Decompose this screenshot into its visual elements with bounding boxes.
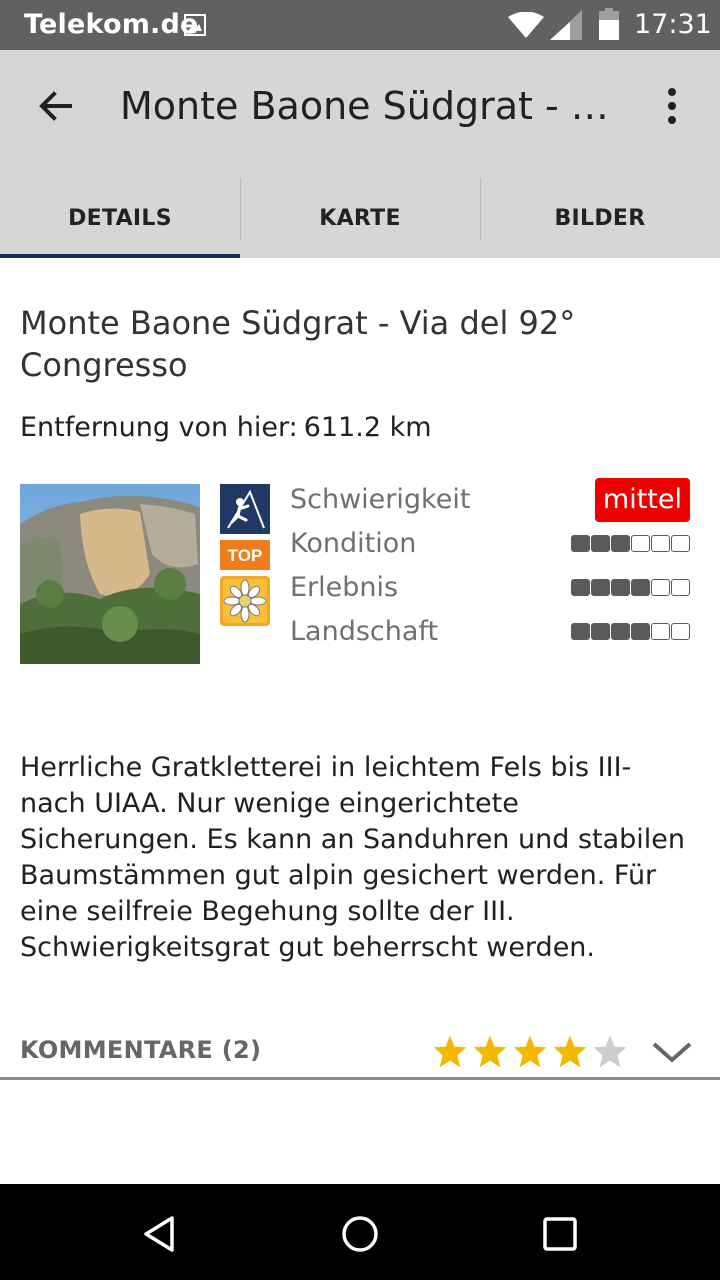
more-vert-icon[interactable] <box>660 86 684 126</box>
distance-row: Entfernung von hier: 611.2 km <box>20 412 432 443</box>
chevron-down-icon[interactable] <box>652 1040 692 1070</box>
route-title: Monte Baone Südgrat - Via del 92° Congre… <box>20 304 576 384</box>
rating-dot-filled <box>611 535 630 552</box>
tab-bilder[interactable]: BILDER <box>480 178 720 258</box>
rating-dot-empty <box>651 535 670 552</box>
rating-dot-filled <box>591 623 610 640</box>
rating-dot-empty <box>631 535 650 552</box>
clock: 17:31 <box>634 9 712 40</box>
wifi-icon <box>508 11 544 42</box>
difficulty-label: Schwierigkeit <box>290 484 471 515</box>
rating-dot-filled <box>571 535 590 552</box>
difficulty-badge: mittel <box>594 478 690 522</box>
distance-value: 611.2 km <box>303 412 432 443</box>
image-icon <box>184 14 206 40</box>
climbing-icon <box>220 484 270 534</box>
status-bar: Telekom.de 17:31 <box>0 0 720 50</box>
rating-dot-empty <box>671 535 690 552</box>
top-badge: TOP <box>220 540 270 570</box>
star-filled-icon <box>553 1035 587 1068</box>
star-filled-icon <box>433 1035 467 1068</box>
carrier-name: Telekom.de <box>24 9 199 40</box>
nav-home-icon[interactable] <box>340 1214 380 1254</box>
rating-dot-filled <box>611 579 630 596</box>
experience-label: Erlebnis <box>290 572 399 603</box>
rating-dot-filled <box>631 623 650 640</box>
rating-dot-empty <box>651 623 670 640</box>
battery-icon <box>598 8 620 44</box>
comments-label[interactable]: KOMMENTARE (2) <box>20 1036 261 1064</box>
rating-dot-filled <box>631 579 650 596</box>
landscape-rating <box>571 623 690 640</box>
star-filled-icon <box>513 1035 547 1068</box>
system-nav-bar <box>0 1184 720 1280</box>
route-photo[interactable] <box>20 484 200 664</box>
distance-label: Entfernung von hier: <box>20 412 298 443</box>
landscape-label: Landschaft <box>290 616 439 647</box>
top-badge-text: TOP <box>228 546 263 565</box>
rating-dot-empty <box>651 579 670 596</box>
rating-dot-filled <box>591 579 610 596</box>
edelweiss-icon <box>220 576 270 626</box>
tab-bar: DETAILS KARTE BILDER <box>0 178 720 258</box>
rating-dot-filled <box>611 623 630 640</box>
signal-icon <box>550 10 582 44</box>
toolbar-title: Monte Baone Südgrat - Vi... <box>120 84 610 128</box>
tab-details[interactable]: DETAILS <box>0 178 240 258</box>
experience-rating <box>571 579 690 596</box>
rating-dot-filled <box>571 579 590 596</box>
condition-label: Kondition <box>290 528 417 559</box>
arrow-back-icon[interactable] <box>36 86 76 126</box>
tab-karte[interactable]: KARTE <box>240 178 480 258</box>
rating-dot-empty <box>671 579 690 596</box>
app-toolbar: Monte Baone Südgrat - Vi... <box>0 50 720 178</box>
rating-dot-filled <box>571 623 590 640</box>
rating-dot-empty <box>671 623 690 640</box>
divider <box>0 1077 720 1080</box>
nav-recents-icon[interactable] <box>540 1214 580 1254</box>
condition-rating <box>571 535 690 552</box>
rating-dot-filled <box>591 535 610 552</box>
star-filled-icon <box>473 1035 507 1068</box>
star-empty-icon <box>593 1035 627 1068</box>
star-rating <box>432 1034 628 1068</box>
nav-back-icon[interactable] <box>140 1214 180 1254</box>
route-description: Herrliche Gratkletterei in leichtem Fels… <box>20 752 686 963</box>
